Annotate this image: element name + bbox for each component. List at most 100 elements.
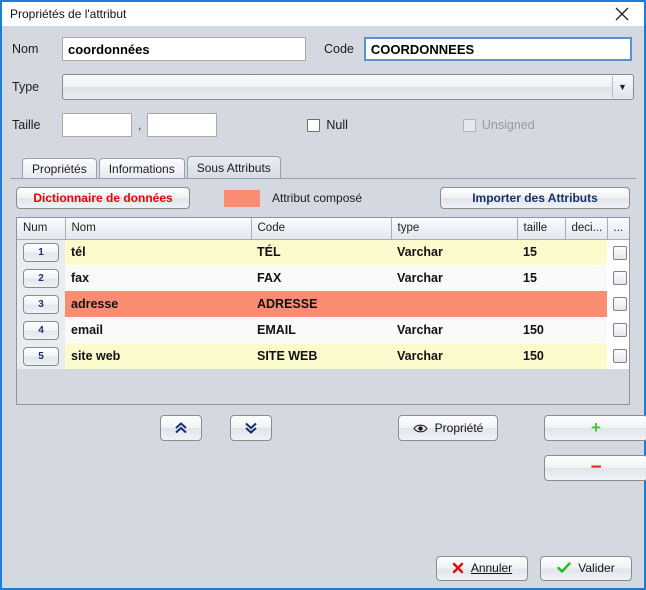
property-button-label: Propriété bbox=[434, 421, 484, 435]
cell-taille: 150 bbox=[517, 343, 565, 369]
cell-deci bbox=[565, 291, 607, 317]
column-header-type[interactable]: type bbox=[391, 218, 518, 240]
cell-deci bbox=[565, 239, 607, 265]
composed-attribute-label: Attribut composé bbox=[272, 191, 363, 205]
tab-content-sous-attributs: Dictionnaire de données Attribut composé… bbox=[10, 178, 646, 497]
table-row[interactable]: 5 site web SITE WEB Varchar 150 bbox=[17, 343, 629, 369]
table-row[interactable]: 2 fax FAX Varchar 15 bbox=[17, 265, 629, 291]
row-num-button[interactable]: 1 bbox=[23, 242, 59, 262]
column-header-nom[interactable]: Nom bbox=[65, 218, 252, 240]
close-icon[interactable] bbox=[600, 2, 644, 25]
dialog-footer: Annuler Valider bbox=[2, 548, 644, 588]
row-num-button[interactable]: 3 bbox=[23, 294, 59, 314]
code-input[interactable] bbox=[363, 37, 632, 61]
table-header-row: Num Nom Code type taille deci... ... bbox=[17, 218, 629, 240]
cell-taille: 150 bbox=[517, 317, 565, 343]
title-bar: Propriétés de l'attribut bbox=[2, 2, 644, 26]
add-attribute-button[interactable]: + bbox=[544, 415, 646, 441]
row-checkbox[interactable] bbox=[613, 245, 627, 260]
cell-nom: tél bbox=[65, 239, 251, 265]
tabs-panel: Propriétés Informations Sous Attributs D… bbox=[10, 156, 646, 497]
cancel-button[interactable]: Annuler bbox=[436, 555, 528, 581]
validate-button[interactable]: Valider bbox=[540, 555, 632, 581]
composed-attribute-swatch bbox=[224, 189, 260, 207]
cell-more bbox=[607, 265, 629, 291]
type-select[interactable]: ▼ bbox=[62, 74, 634, 100]
null-label: Null bbox=[326, 118, 348, 132]
sub-attributes-actions: Propriété + − bbox=[16, 411, 646, 491]
attribute-form: Nom Code Type ▼ Taille , Null Unsigned bbox=[2, 26, 644, 154]
property-button[interactable]: Propriété bbox=[398, 415, 498, 441]
validate-button-label: Valider bbox=[578, 561, 615, 575]
column-header-num[interactable]: Num bbox=[17, 218, 66, 240]
size-row: Taille , Null Unsigned bbox=[12, 110, 634, 140]
import-attributes-button[interactable]: Importer des Attributs bbox=[440, 187, 630, 209]
cell-deci bbox=[565, 265, 607, 291]
cell-deci bbox=[565, 317, 607, 343]
row-num-cell: 4 bbox=[17, 317, 65, 343]
type-label: Type bbox=[12, 80, 40, 94]
name-code-row: Nom Code bbox=[12, 34, 634, 64]
cell-code: TÉL bbox=[251, 239, 391, 265]
cell-code: ADRESSE bbox=[251, 291, 391, 317]
cell-type: Varchar bbox=[391, 317, 517, 343]
move-up-button[interactable] bbox=[160, 415, 202, 441]
row-checkbox[interactable] bbox=[613, 349, 627, 364]
cancel-button-label: Annuler bbox=[470, 561, 513, 575]
taille-input[interactable] bbox=[62, 113, 132, 137]
cell-more bbox=[607, 343, 629, 369]
window-title: Propriétés de l'attribut bbox=[10, 6, 127, 21]
unsigned-checkbox: Unsigned bbox=[462, 118, 535, 132]
column-header-taille[interactable]: taille bbox=[517, 218, 566, 240]
cell-nom: fax bbox=[65, 265, 251, 291]
move-down-button[interactable] bbox=[230, 415, 272, 441]
table-row[interactable]: 3 adresse ADRESSE bbox=[17, 291, 629, 317]
sub-attributes-toolbar: Dictionnaire de données Attribut composé… bbox=[16, 187, 630, 209]
decimales-input[interactable] bbox=[147, 113, 218, 137]
row-checkbox[interactable] bbox=[613, 323, 627, 338]
tab-strip: Propriétés Informations Sous Attributs bbox=[10, 156, 636, 178]
row-num-cell: 5 bbox=[17, 343, 65, 369]
data-dictionary-button[interactable]: Dictionnaire de données bbox=[16, 187, 190, 209]
unsigned-label: Unsigned bbox=[481, 118, 535, 132]
column-header-code[interactable]: Code bbox=[251, 218, 392, 240]
cell-more bbox=[607, 239, 629, 265]
cell-type bbox=[391, 291, 517, 317]
tab-informations[interactable]: Informations bbox=[98, 158, 185, 178]
row-num-button[interactable]: 2 bbox=[23, 268, 59, 288]
cell-code: EMAIL bbox=[251, 317, 391, 343]
remove-attribute-button[interactable]: − bbox=[544, 455, 646, 481]
tab-proprietes[interactable]: Propriétés bbox=[22, 158, 97, 178]
chevron-down-icon[interactable]: ▼ bbox=[612, 76, 632, 98]
table-row[interactable]: 1 tél TÉL Varchar 15 bbox=[17, 239, 629, 265]
code-label: Code bbox=[324, 42, 354, 56]
cell-type: Varchar bbox=[391, 343, 517, 369]
cell-nom: email bbox=[65, 317, 251, 343]
null-checkbox-box[interactable] bbox=[307, 118, 321, 132]
red-x-icon bbox=[452, 562, 464, 574]
cell-more bbox=[607, 291, 629, 317]
cell-nom: site web bbox=[65, 343, 251, 369]
nom-input[interactable] bbox=[62, 37, 306, 61]
row-checkbox[interactable] bbox=[613, 297, 627, 312]
row-num-button[interactable]: 5 bbox=[23, 346, 59, 366]
green-check-icon bbox=[557, 562, 571, 574]
nom-label: Nom bbox=[12, 42, 39, 56]
table-row[interactable]: 4 email EMAIL Varchar 150 bbox=[17, 317, 629, 343]
cell-type: Varchar bbox=[391, 265, 517, 291]
row-num-button[interactable]: 4 bbox=[23, 320, 59, 340]
attribute-properties-dialog: Propriétés de l'attribut Nom Code Type ▼… bbox=[0, 0, 646, 590]
null-checkbox[interactable]: Null bbox=[307, 118, 348, 132]
double-chevron-down-icon bbox=[245, 422, 257, 434]
cell-taille: 15 bbox=[517, 239, 565, 265]
column-header-more[interactable]: ... bbox=[607, 218, 629, 240]
row-checkbox[interactable] bbox=[613, 271, 627, 286]
double-chevron-up-icon bbox=[175, 422, 187, 434]
cell-code: SITE WEB bbox=[251, 343, 391, 369]
cell-more bbox=[607, 317, 629, 343]
unsigned-checkbox-box bbox=[462, 118, 476, 132]
type-row: Type ▼ bbox=[12, 72, 634, 102]
row-num-cell: 1 bbox=[17, 239, 65, 265]
tab-sous-attributs[interactable]: Sous Attributs bbox=[186, 156, 281, 178]
column-header-deci[interactable]: deci... bbox=[565, 218, 608, 240]
